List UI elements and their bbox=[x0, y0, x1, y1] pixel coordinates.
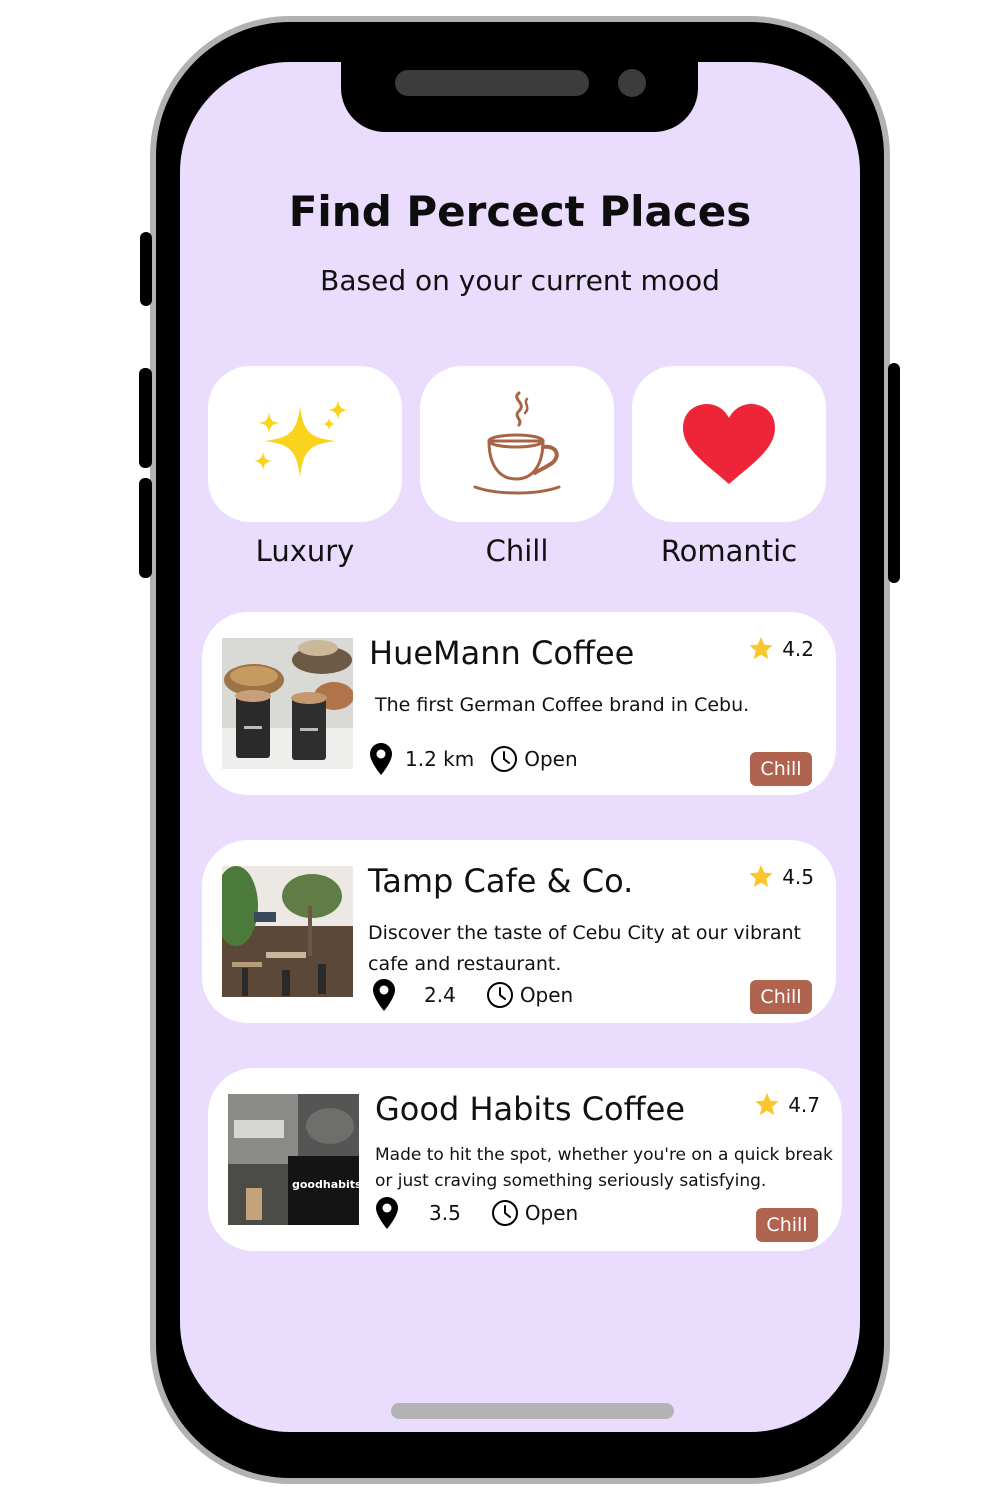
place-description: Discover the taste of Cebu City at our v… bbox=[368, 922, 801, 975]
power-button bbox=[888, 363, 900, 583]
place-photo: goodhabits bbox=[228, 1094, 359, 1225]
rating-value: 4.5 bbox=[782, 864, 814, 889]
place-card[interactable]: goodhabits Good Habits Coffee 4.7 Made t… bbox=[208, 1068, 842, 1251]
mood-tag[interactable]: Chill bbox=[756, 1208, 818, 1242]
mute-switch bbox=[140, 232, 152, 306]
volume-down-button bbox=[139, 478, 152, 578]
place-description: Made to hit the spot, whether you're on … bbox=[375, 1145, 833, 1191]
mood-tag[interactable]: Chill bbox=[750, 980, 812, 1014]
notch bbox=[341, 62, 698, 132]
open-status: Open bbox=[524, 747, 578, 771]
distance: 1.2 km bbox=[405, 747, 475, 771]
location-pin-icon bbox=[370, 743, 392, 775]
place-card[interactable]: Tamp Cafe & Co. 4.5 Discover the taste o… bbox=[202, 840, 836, 1023]
place-rating: 4.2 bbox=[748, 636, 814, 661]
star-icon bbox=[749, 637, 773, 659]
mood-tile-luxury[interactable] bbox=[208, 366, 402, 522]
mood-romantic[interactable]: Romantic bbox=[632, 366, 826, 568]
star-icon bbox=[755, 1093, 779, 1115]
location-pin-icon bbox=[373, 979, 395, 1011]
mood-label: Romantic bbox=[660, 534, 798, 568]
mood-luxury[interactable]: Luxury bbox=[208, 366, 402, 568]
place-meta: 3.5 Open bbox=[375, 1196, 578, 1230]
place-meta: 2.4 Open bbox=[372, 978, 573, 1012]
mood-chill[interactable]: Chill bbox=[420, 366, 614, 568]
place-description: The first German Coffee brand in Cebu. bbox=[375, 694, 750, 716]
place-rating: 4.5 bbox=[748, 864, 814, 889]
place-name: Good Habits Coffee bbox=[375, 1090, 686, 1128]
place-name: HueMann Coffee bbox=[369, 634, 635, 672]
star-icon bbox=[749, 865, 773, 887]
mood-tag[interactable]: Chill bbox=[750, 752, 812, 786]
phone-screen: Find Percect Places Based on your curren… bbox=[180, 62, 860, 1432]
location-pin-icon bbox=[376, 1197, 398, 1229]
place-photo bbox=[222, 638, 353, 769]
front-camera bbox=[618, 69, 646, 97]
speaker bbox=[395, 70, 589, 96]
place-meta: 1.2 km Open bbox=[369, 742, 578, 776]
sparkles-icon bbox=[254, 400, 348, 478]
place-card[interactable]: HueMann Coffee 4.2 The first German Coff… bbox=[202, 612, 836, 795]
mood-label: Luxury bbox=[255, 534, 355, 568]
open-status: Open bbox=[524, 1201, 579, 1225]
coffee-cup-icon bbox=[473, 391, 561, 495]
page-title: Find Percect Places bbox=[288, 187, 752, 236]
distance: 2.4 bbox=[424, 983, 456, 1007]
svg-text:goodhabits: goodhabits bbox=[292, 1178, 359, 1191]
rating-value: 4.2 bbox=[782, 636, 814, 661]
clock-icon bbox=[491, 1200, 518, 1226]
place-name: Tamp Cafe & Co. bbox=[368, 862, 634, 900]
rating-value: 4.7 bbox=[788, 1092, 820, 1117]
volume-up-button bbox=[139, 368, 152, 468]
place-photo bbox=[222, 866, 353, 997]
clock-icon bbox=[486, 982, 513, 1008]
clock-icon bbox=[491, 746, 518, 772]
mood-label: Chill bbox=[485, 534, 549, 568]
distance: 3.5 bbox=[429, 1201, 461, 1225]
place-rating: 4.7 bbox=[754, 1092, 820, 1117]
open-status: Open bbox=[519, 983, 574, 1007]
mood-tile-chill[interactable] bbox=[420, 366, 614, 522]
page-subtitle: Based on your current mood bbox=[320, 264, 720, 297]
heart-icon bbox=[683, 404, 775, 484]
mood-tile-romantic[interactable] bbox=[632, 366, 826, 522]
home-indicator[interactable] bbox=[391, 1403, 674, 1419]
